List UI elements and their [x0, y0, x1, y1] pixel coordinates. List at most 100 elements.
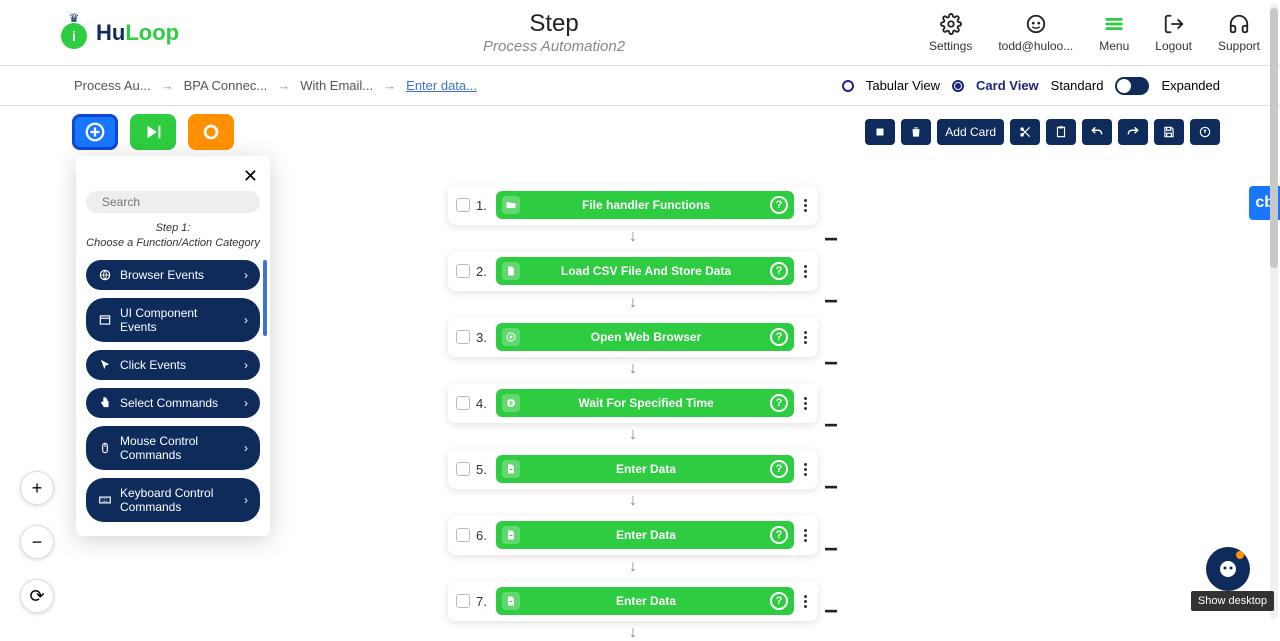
play-button[interactable]	[130, 114, 176, 150]
crumb-3[interactable]: With Email...	[300, 78, 373, 93]
help-icon[interactable]: ?	[770, 196, 788, 214]
save-button[interactable]	[1154, 119, 1184, 145]
panel-scrollbar[interactable]	[263, 260, 267, 336]
crumb-2[interactable]: BPA Connec...	[184, 78, 268, 93]
step-pill[interactable]: Enter Data ?	[496, 521, 794, 549]
step-card-7[interactable]: 7. Enter Data ?	[448, 581, 818, 621]
step-checkbox[interactable]	[456, 462, 470, 476]
tabular-label[interactable]: Tabular View	[866, 78, 940, 93]
redo-button[interactable]	[1118, 119, 1148, 145]
collapse-handle[interactable]: −	[824, 350, 838, 378]
step-card-6[interactable]: 6. Enter Data ?	[448, 515, 818, 555]
crumb-current[interactable]: Enter data...	[406, 78, 477, 93]
file-icon	[502, 262, 520, 280]
collapse-handle[interactable]: −	[824, 288, 838, 316]
help-icon[interactable]: ?	[770, 526, 788, 544]
tabular-radio[interactable]	[842, 80, 854, 92]
step-checkbox[interactable]	[456, 528, 470, 542]
function-search[interactable]	[86, 191, 260, 213]
step-menu-button[interactable]	[800, 595, 810, 608]
help-icon[interactable]: ?	[770, 460, 788, 478]
zoom-reset-button[interactable]: ⟳	[20, 579, 54, 613]
browser-icon	[502, 328, 520, 346]
step-menu-button[interactable]	[800, 331, 810, 344]
toolbar: Add Card	[0, 106, 1280, 150]
step-menu-button[interactable]	[800, 265, 810, 278]
page-scrollbar[interactable]	[1270, 4, 1278, 619]
paste-button[interactable]	[1046, 119, 1076, 145]
collapse-handle[interactable]: −	[824, 412, 838, 440]
category-mouse-control[interactable]: Mouse Control Commands›	[86, 426, 260, 470]
chevron-right-icon: ›	[244, 268, 248, 282]
gear-icon	[940, 13, 962, 35]
expand-toggle[interactable]	[1115, 77, 1149, 95]
delete-button[interactable]	[901, 119, 931, 145]
refresh-button[interactable]	[1190, 119, 1220, 145]
settings-button[interactable]: Settings	[929, 13, 972, 53]
crumb-1[interactable]: Process Au...	[74, 78, 151, 93]
category-click-events[interactable]: Click Events›	[86, 350, 260, 380]
collapse-handle[interactable]: −	[824, 536, 838, 564]
step-checkbox[interactable]	[456, 594, 470, 608]
hand-icon	[98, 396, 112, 410]
card-radio[interactable]	[952, 80, 964, 92]
category-browser-events[interactable]: Browser Events›	[86, 260, 260, 290]
menu-button[interactable]: Menu	[1099, 13, 1129, 53]
step-card-5[interactable]: 5. Enter Data ?	[448, 449, 818, 489]
subheader: Process Au... → BPA Connec... → With Ema…	[0, 66, 1280, 106]
logo[interactable]: ♛ i HuLoop	[60, 13, 179, 53]
step-pill[interactable]: Load CSV File And Store Data ?	[496, 257, 794, 285]
undo-button[interactable]	[1082, 119, 1112, 145]
step-label: Enter Data	[616, 462, 676, 476]
collapse-handle[interactable]: −	[824, 598, 838, 626]
step-menu-button[interactable]	[800, 199, 810, 212]
step-pill[interactable]: Wait For Specified Time ?	[496, 389, 794, 417]
chat-button[interactable]	[1206, 547, 1250, 591]
step-pill[interactable]: Enter Data ?	[496, 587, 794, 615]
stop-button[interactable]	[865, 119, 895, 145]
collapse-handle[interactable]: −	[824, 474, 838, 502]
step-card-1[interactable]: 1. File handler Functions ?	[448, 185, 818, 225]
collapse-handle[interactable]: −	[824, 226, 838, 254]
step-card-3[interactable]: 3. Open Web Browser ?	[448, 317, 818, 357]
help-icon[interactable]: ?	[770, 328, 788, 346]
add-card-button[interactable]: Add Card	[937, 119, 1004, 145]
arrow-down-icon: ↓	[629, 562, 637, 574]
step-checkbox[interactable]	[456, 396, 470, 410]
close-panel-button[interactable]: ✕	[86, 166, 260, 191]
step-card-4[interactable]: 4. Wait For Specified Time ?	[448, 383, 818, 423]
minus-icon: −	[32, 532, 43, 553]
step-checkbox[interactable]	[456, 330, 470, 344]
support-button[interactable]: Support	[1218, 13, 1260, 53]
scrollbar-thumb[interactable]	[1270, 8, 1278, 268]
step-card-2[interactable]: 2. Load CSV File And Store Data ?	[448, 251, 818, 291]
step-pill[interactable]: Open Web Browser ?	[496, 323, 794, 351]
step-menu-button[interactable]	[800, 397, 810, 410]
add-button[interactable]	[72, 114, 118, 150]
standard-label: Standard	[1051, 78, 1104, 93]
logout-button[interactable]: Logout	[1155, 13, 1192, 53]
help-icon[interactable]: ?	[770, 592, 788, 610]
search-input[interactable]	[102, 195, 257, 209]
user-button[interactable]: todd@huloo...	[998, 13, 1073, 53]
step-pill[interactable]: Enter Data ?	[496, 455, 794, 483]
step-checkbox[interactable]	[456, 198, 470, 212]
step-pill[interactable]: File handler Functions ?	[496, 191, 794, 219]
help-icon[interactable]: ?	[770, 394, 788, 412]
cut-button[interactable]	[1010, 119, 1040, 145]
step-checkbox[interactable]	[456, 264, 470, 278]
help-icon[interactable]: ?	[770, 262, 788, 280]
step-menu-button[interactable]	[800, 529, 810, 542]
arrow-down-icon: ↓	[629, 298, 637, 310]
zoom-out-button[interactable]: −	[20, 525, 54, 559]
step-label: Load CSV File And Store Data	[561, 264, 731, 278]
step-menu-button[interactable]	[800, 463, 810, 476]
chevron-right-icon: ›	[244, 493, 248, 507]
category-ui-component-events[interactable]: UI Component Events›	[86, 298, 260, 342]
card-label[interactable]: Card View	[976, 78, 1039, 93]
record-button[interactable]	[188, 114, 234, 150]
step-number: 1.	[476, 198, 490, 213]
category-select-commands[interactable]: Select Commands›	[86, 388, 260, 418]
zoom-in-button[interactable]: +	[20, 471, 54, 505]
category-keyboard-control[interactable]: Keyboard Control Commands›	[86, 478, 260, 522]
